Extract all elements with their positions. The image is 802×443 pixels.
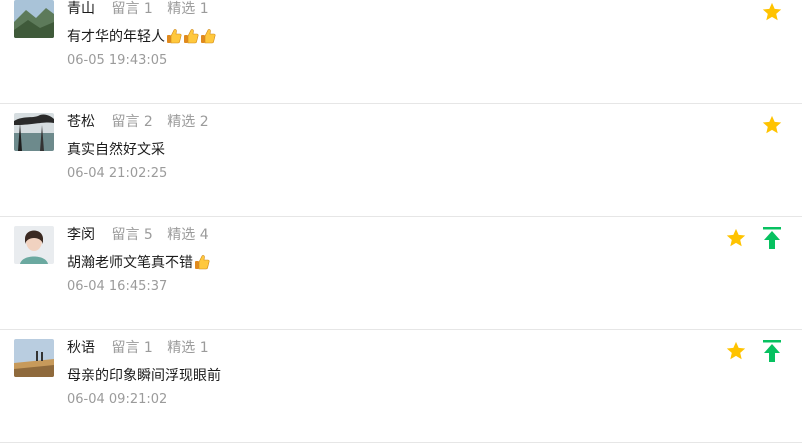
comment-time: 06-04 21:02:25 <box>67 166 168 181</box>
comment-text-row: 母亲的印象瞬间浮现眼前 <box>67 365 221 385</box>
star-icon[interactable] <box>725 227 747 249</box>
thumbs-up-emoji <box>201 29 216 44</box>
comment-text-row: 真实自然好文采 <box>67 139 165 159</box>
message-count: 留言 2 <box>111 114 153 130</box>
avatar[interactable] <box>14 113 54 151</box>
pin-top-icon[interactable] <box>761 339 783 363</box>
comment-item: 李闵 留言 5 精选 4 胡瀚老师文笔真不错 06-04 16:45:37 <box>0 216 802 330</box>
comment-time: 06-04 09:21:02 <box>67 392 168 407</box>
featured-count: 精选 1 <box>167 1 209 17</box>
message-count: 留言 1 <box>111 1 153 17</box>
commenter-name: 青山 <box>67 1 95 17</box>
comment-time: 06-04 16:45:37 <box>67 279 168 294</box>
thumbs-up-emoji <box>167 29 182 44</box>
comment-text-row: 胡瀚老师文笔真不错 <box>67 252 210 272</box>
commenter-name: 李闵 <box>67 227 95 243</box>
comment-item: 苍松 留言 2 精选 2 真实自然好文采 06-04 21:02:25 <box>0 103 802 217</box>
avatar[interactable] <box>14 339 54 377</box>
star-icon[interactable] <box>761 1 783 23</box>
commenter-name: 秋语 <box>67 340 95 356</box>
comment-text: 真实自然好文采 <box>67 142 165 158</box>
comment-text: 有才华的年轻人 <box>67 29 165 45</box>
comment-list: 青山 留言 1 精选 1 有才华的年轻人 06-05 19:43:05 苍松 留… <box>0 0 802 443</box>
comment-text: 胡瀚老师文笔真不错 <box>67 255 193 271</box>
star-icon[interactable] <box>725 340 747 362</box>
pin-top-icon[interactable] <box>761 226 783 250</box>
thumbs-up-emoji <box>195 255 210 270</box>
star-icon[interactable] <box>761 114 783 136</box>
commenter-name: 苍松 <box>67 114 95 130</box>
comment-item: 秋语 留言 1 精选 1 母亲的印象瞬间浮现眼前 06-04 09:21:02 <box>0 329 802 443</box>
avatar[interactable] <box>14 0 54 38</box>
comment-text-row: 有才华的年轻人 <box>67 26 216 46</box>
message-count: 留言 5 <box>111 227 153 243</box>
comment-text: 母亲的印象瞬间浮现眼前 <box>67 368 221 384</box>
comment-item: 青山 留言 1 精选 1 有才华的年轻人 06-05 19:43:05 <box>0 0 802 104</box>
thumbs-up-emoji <box>184 29 199 44</box>
message-count: 留言 1 <box>111 340 153 356</box>
featured-count: 精选 2 <box>167 114 209 130</box>
comment-time: 06-05 19:43:05 <box>67 53 168 68</box>
avatar[interactable] <box>14 226 54 264</box>
featured-count: 精选 1 <box>167 340 209 356</box>
featured-count: 精选 4 <box>167 227 209 243</box>
